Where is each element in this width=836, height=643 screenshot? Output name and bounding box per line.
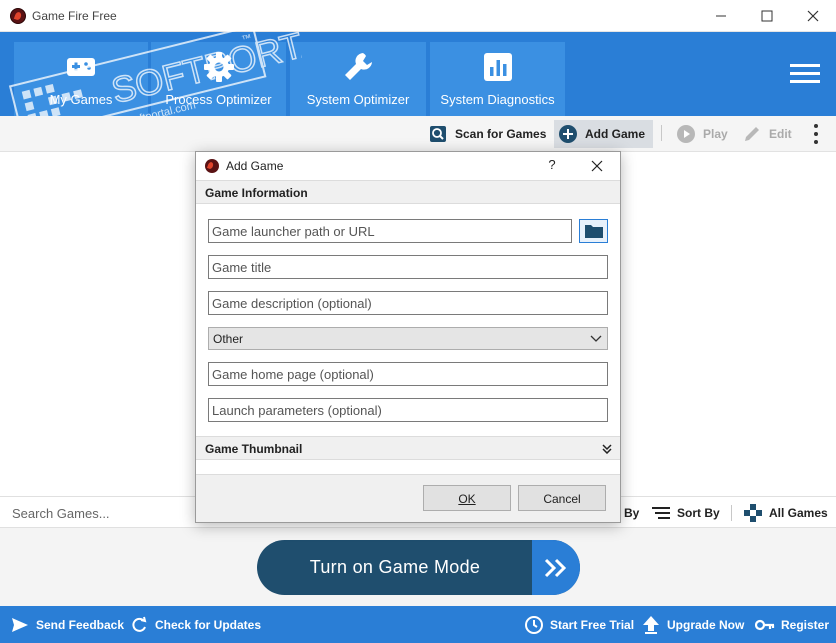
tab-system-optimizer-label: System Optimizer	[306, 92, 410, 107]
listbar-divider	[731, 505, 732, 521]
game-category-value: Other	[213, 332, 244, 346]
pencil-icon	[742, 124, 762, 144]
register-button[interactable]: Register	[755, 615, 829, 635]
group-by-label: By	[624, 506, 640, 520]
launch-parameters-field[interactable]	[208, 398, 608, 422]
main-toolbar: Scan for Games Add Game Play Edit	[0, 116, 836, 152]
check-updates-button[interactable]: Check for Updates	[129, 615, 261, 635]
edit-button[interactable]: Edit	[742, 120, 792, 148]
send-feedback-label: Send Feedback	[36, 618, 125, 632]
dialog-title: Add Game	[226, 159, 284, 173]
wrench-icon	[345, 53, 372, 80]
double-chevron-down-icon	[602, 444, 612, 454]
game-mode-area: Turn on Game Mode	[0, 528, 836, 606]
check-updates-label: Check for Updates	[155, 618, 262, 632]
tab-system-diagnostics-label: System Diagnostics	[440, 92, 555, 107]
folder-icon	[584, 225, 603, 238]
add-game-label: Add Game	[585, 127, 646, 141]
game-mode-label: Turn on Game Mode	[309, 557, 481, 577]
all-games-grid-icon	[744, 504, 762, 522]
upgrade-now-label: Upgrade Now	[667, 618, 745, 632]
tab-my-games[interactable]: My Games	[14, 42, 148, 116]
minimize-icon	[716, 15, 726, 17]
cancel-label: Cancel	[543, 492, 581, 506]
game-home-page-field[interactable]	[208, 362, 608, 386]
register-label: Register	[781, 618, 830, 632]
tab-system-optimizer[interactable]: System Optimizer	[290, 42, 426, 116]
edit-label: Edit	[769, 127, 792, 141]
browse-folder-button[interactable]	[579, 219, 608, 243]
all-games-filter-button[interactable]: All Games	[744, 503, 828, 523]
dialog-close-button[interactable]	[586, 155, 608, 177]
game-information-header: Game Information	[196, 180, 620, 204]
add-circle-icon	[558, 124, 578, 144]
ok-button[interactable]: OK	[423, 485, 511, 511]
tab-system-diagnostics[interactable]: System Diagnostics	[430, 42, 565, 116]
close-button[interactable]	[790, 0, 836, 32]
hamburger-menu-icon[interactable]	[790, 64, 820, 84]
dialog-titlebar: Add Game ?	[196, 152, 620, 180]
scan-icon	[428, 124, 448, 144]
game-title-field[interactable]	[208, 255, 608, 279]
window-titlebar: Game Fire Free	[0, 0, 836, 32]
gamepad-icon	[67, 58, 95, 76]
add-game-button[interactable]: Add Game	[554, 120, 654, 148]
double-chevron-right-icon	[532, 540, 580, 595]
bar-chart-icon	[483, 53, 512, 81]
main-header: My Games Process Optimizer System Optimi…	[0, 32, 836, 116]
scan-for-games-label: Scan for Games	[455, 127, 547, 141]
game-description-field[interactable]	[208, 291, 608, 315]
game-thumbnail-header[interactable]: Game Thumbnail	[196, 436, 620, 460]
maximize-button[interactable]	[744, 0, 790, 32]
app-logo-icon	[10, 8, 26, 24]
maximize-icon	[761, 10, 773, 22]
tab-my-games-label: My Games	[49, 92, 113, 107]
group-by-button[interactable]: By	[624, 503, 639, 523]
play-label: Play	[703, 127, 728, 141]
search-games-input[interactable]	[6, 501, 196, 525]
window-title: Game Fire Free	[32, 9, 117, 23]
upgrade-now-button[interactable]: Upgrade Now	[641, 615, 744, 635]
toolbar-divider	[661, 125, 662, 141]
turn-on-game-mode-button[interactable]: Turn on Game Mode	[257, 540, 580, 595]
dialog-footer: OK Cancel	[196, 474, 620, 522]
ok-label: OK	[458, 492, 476, 506]
key-icon	[755, 615, 775, 635]
status-footer: Send Feedback Check for Updates Start Fr…	[0, 606, 836, 643]
all-games-label: All Games	[769, 506, 828, 520]
clock-icon	[524, 615, 544, 635]
chevron-down-icon	[590, 335, 602, 342]
sort-by-label: Sort By	[677, 506, 720, 520]
send-icon	[10, 615, 30, 635]
game-launcher-path-field[interactable]	[208, 219, 572, 243]
add-game-dialog: Add Game ? Game Information Other Game T…	[195, 151, 621, 523]
send-feedback-button[interactable]: Send Feedback	[10, 615, 124, 635]
tab-process-optimizer[interactable]: Process Optimizer	[151, 42, 286, 116]
minimize-button[interactable]	[698, 0, 744, 32]
close-icon	[591, 160, 603, 172]
tab-process-optimizer-label: Process Optimizer	[165, 92, 272, 107]
dialog-help-button[interactable]: ?	[542, 157, 562, 177]
close-icon	[807, 10, 819, 22]
start-free-trial-button[interactable]: Start Free Trial	[524, 615, 634, 635]
gear-icon	[203, 52, 234, 82]
more-options-icon[interactable]	[812, 124, 820, 144]
sort-by-button[interactable]: Sort By	[652, 503, 720, 523]
game-category-select[interactable]: Other	[208, 327, 608, 350]
refresh-icon	[129, 615, 149, 635]
play-button[interactable]: Play	[676, 120, 728, 148]
sort-icon	[652, 504, 670, 522]
start-free-trial-label: Start Free Trial	[550, 618, 635, 632]
upgrade-arrow-icon	[641, 615, 661, 635]
play-icon	[676, 124, 696, 144]
scan-for-games-button[interactable]: Scan for Games	[428, 120, 546, 148]
dialog-app-logo-icon	[205, 159, 219, 173]
game-thumbnail-label: Game Thumbnail	[205, 442, 303, 456]
cancel-button[interactable]: Cancel	[518, 485, 606, 511]
